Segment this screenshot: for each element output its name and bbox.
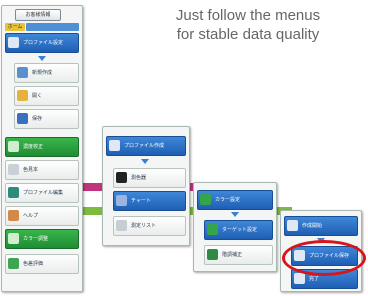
color-adjust-icon: [8, 233, 19, 244]
sidebar-item-save[interactable]: 保存: [14, 109, 79, 129]
sidebar-item-label: 濃度校正: [23, 144, 44, 150]
save-icon: [17, 113, 28, 124]
sidebar-item-color-adjust[interactable]: カラー調整: [5, 229, 79, 249]
sidebar-item-profile[interactable]: プロファイル設定: [5, 33, 79, 53]
sidebar-item-label: 開く: [32, 93, 43, 99]
sidebar-item-new[interactable]: 新規作成: [14, 63, 79, 83]
submenu-item-label: 階調補正: [222, 252, 243, 258]
evaluate-icon: [8, 258, 19, 269]
submenu-item-label: 測定リスト: [131, 223, 157, 229]
chevron-down-icon: [141, 159, 149, 164]
submenu-item-label: 測色器: [131, 175, 147, 181]
submenu-item-start[interactable]: 作成開始: [284, 216, 358, 236]
submenu-item-profile-create[interactable]: プロファイル作成: [106, 136, 186, 156]
gradation-icon: [207, 249, 218, 260]
caption: Just follow the menus for stable data qu…: [132, 6, 364, 44]
caption-line-1: Just follow the menus: [175, 7, 321, 24]
sidebar-item-label: 色見本: [23, 167, 39, 173]
submenu-item-color-setting[interactable]: カラー設定: [197, 190, 273, 210]
printer-icon: [8, 37, 19, 48]
sidebar-item-help[interactable]: ヘルプ: [5, 206, 79, 226]
sidebar-item-swatch[interactable]: 色見本: [5, 160, 79, 180]
check-icon: [294, 273, 305, 284]
target-icon: [207, 224, 218, 235]
sidebar-item-label: プロファイル設定: [23, 40, 64, 46]
sidebar-tab-home[interactable]: ホーム: [5, 23, 25, 31]
submenu-panel-2: プロファイル作成 測色器 チャート 測定リスト: [102, 126, 190, 246]
submenu-item-label: プロファイル作成: [124, 143, 165, 149]
chart-icon: [116, 195, 127, 206]
sidebar-item-profile-edit[interactable]: プロファイル編集: [5, 183, 79, 203]
list-icon: [116, 220, 127, 231]
submenu-item-chart[interactable]: チャート: [113, 191, 186, 211]
submenu-item-device[interactable]: 測色器: [113, 168, 186, 188]
sidebar-item-label: 色差評価: [23, 261, 44, 267]
submenu-item-target[interactable]: ターゲット設定: [204, 220, 273, 240]
swatch-icon: [8, 164, 19, 175]
color-icon: [200, 194, 211, 205]
submenu-item-label: カラー設定: [215, 197, 241, 203]
device-icon: [116, 172, 127, 183]
sidebar-item-label: カラー調整: [23, 236, 49, 242]
customer-info-button[interactable]: お客様情報: [15, 9, 61, 21]
person-icon: [8, 210, 19, 221]
submenu-item-label: チャート: [131, 198, 151, 204]
submenu-item-label: 作成開始: [302, 223, 323, 229]
sidebar-panel: お客様情報 ホーム プロファイル設定 新規作成 開く 保存 濃度校正 色見本 プ…: [1, 5, 83, 292]
pencil-icon: [8, 187, 19, 198]
highlight-ring: [282, 240, 366, 276]
gear-icon: [287, 220, 298, 231]
submenu-item-gradation[interactable]: 階調補正: [204, 245, 273, 265]
chevron-down-icon: [231, 212, 239, 217]
sidebar-item-label: 新規作成: [32, 70, 53, 76]
submenu-item-label: ターゲット設定: [222, 227, 258, 233]
chevron-down-icon: [38, 56, 46, 61]
caption-line-2: for stable data quality: [176, 26, 320, 43]
document-icon: [17, 67, 28, 78]
sidebar-item-label: ヘルプ: [23, 213, 39, 219]
sidebar-item-calibration[interactable]: 濃度校正: [5, 137, 79, 157]
submenu-panel-3: カラー設定 ターゲット設定 階調補正: [193, 182, 277, 272]
sidebar-tab-label: ホーム: [7, 24, 23, 30]
sidebar-item-label: プロファイル編集: [23, 190, 64, 196]
submenu-item-list[interactable]: 測定リスト: [113, 216, 186, 236]
sidebar-item-evaluate[interactable]: 色差評価: [5, 254, 79, 274]
folder-icon: [17, 90, 28, 101]
printer-icon: [109, 140, 120, 151]
sidebar-tab-strip: [26, 23, 79, 31]
sidebar-item-label: 保存: [32, 116, 43, 122]
color-patch-icon: [8, 141, 19, 152]
sidebar-item-open[interactable]: 開く: [14, 86, 79, 106]
